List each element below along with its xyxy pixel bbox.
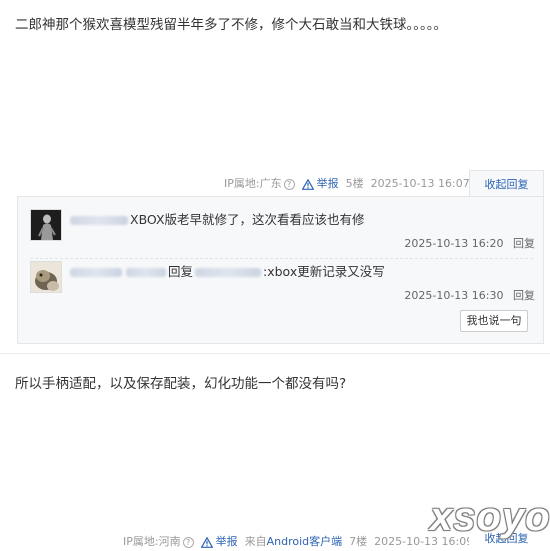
list-item: XBOX版老早就修了，这次看看应该也有修 2025-10-13 16:20 回复	[30, 209, 535, 261]
reply-footer: 2025-10-13 16:20 回复	[404, 235, 535, 251]
reply-button[interactable]: 回复	[513, 237, 535, 250]
help-icon[interactable]: ?	[182, 536, 194, 548]
redacted-username[interactable]	[126, 267, 166, 277]
avatar[interactable]	[30, 261, 62, 293]
redacted-username[interactable]	[70, 267, 122, 277]
reply-time: 2025-10-13 16:20	[404, 237, 504, 250]
ip-location: IP属地:广东?	[224, 174, 295, 194]
reply-separator	[30, 258, 533, 259]
report-link[interactable]: 举报	[301, 174, 339, 194]
report-label[interactable]: 举报	[216, 532, 238, 551]
post-content: 二郎神那个猴欢喜模型残留半年多了不修，修个大石敢当和大铁球。。。。。	[15, 17, 447, 33]
figure-avatar-image	[31, 210, 61, 240]
ip-text: IP属地:河南	[123, 535, 181, 548]
warning-icon	[200, 536, 213, 548]
ip-text: IP属地:广东	[224, 177, 282, 190]
watermark-logo: xsoyo	[430, 495, 550, 539]
source-prefix: 来自	[244, 535, 267, 548]
add-comment-button[interactable]: 我也说一句	[460, 310, 528, 332]
reply-text: :xbox更新记录又没写	[263, 264, 385, 279]
report-link[interactable]: 举报	[200, 532, 238, 551]
collapse-replies-button[interactable]: 收起回复	[469, 170, 544, 197]
post-source: 来自 Android客户端	[245, 532, 343, 551]
floor-number: 7楼	[349, 535, 368, 548]
post-meta: IP属地:广东? 举报 5楼 2025-10-13 16:07	[224, 174, 477, 194]
ip-location: IP属地:河南?	[123, 532, 194, 551]
animal-avatar-image	[31, 262, 61, 292]
help-icon[interactable]: ?	[283, 178, 295, 190]
post-content: 所以手柄适配，以及保存配装，幻化功能一个都没有吗?	[15, 376, 347, 392]
list-item: 回复 :xbox更新记录又没写 2025-10-13 16:30 回复	[30, 261, 535, 313]
floor-number: 5楼	[345, 177, 364, 190]
redacted-target-user[interactable]	[195, 267, 262, 277]
redacted-username[interactable]	[70, 215, 128, 225]
reply-footer: 2025-10-13 16:30 回复	[404, 287, 535, 303]
report-label[interactable]: 举报	[317, 174, 339, 194]
reply-prefix: 回复	[168, 264, 194, 279]
source-link[interactable]: Android客户端	[267, 532, 343, 551]
post-divider	[0, 353, 550, 354]
avatar[interactable]	[30, 209, 62, 241]
post-meta: IP属地:河南? 举报 来自 Android客户端 7楼 2025-10-13 1…	[123, 532, 480, 551]
reply-list: XBOX版老早就修了，这次看看应该也有修 2025-10-13 16:20 回复…	[17, 196, 544, 344]
post-time: 2025-10-13 16:07	[370, 177, 470, 190]
reply-time: 2025-10-13 16:30	[404, 289, 504, 302]
reply-content: 回复 :xbox更新记录又没写	[68, 263, 385, 281]
reply-text: XBOX版老早就修了，这次看看应该也有修	[130, 212, 365, 227]
warning-icon	[301, 178, 314, 190]
reply-content: XBOX版老早就修了，这次看看应该也有修	[68, 211, 365, 229]
reply-button[interactable]: 回复	[513, 289, 535, 302]
